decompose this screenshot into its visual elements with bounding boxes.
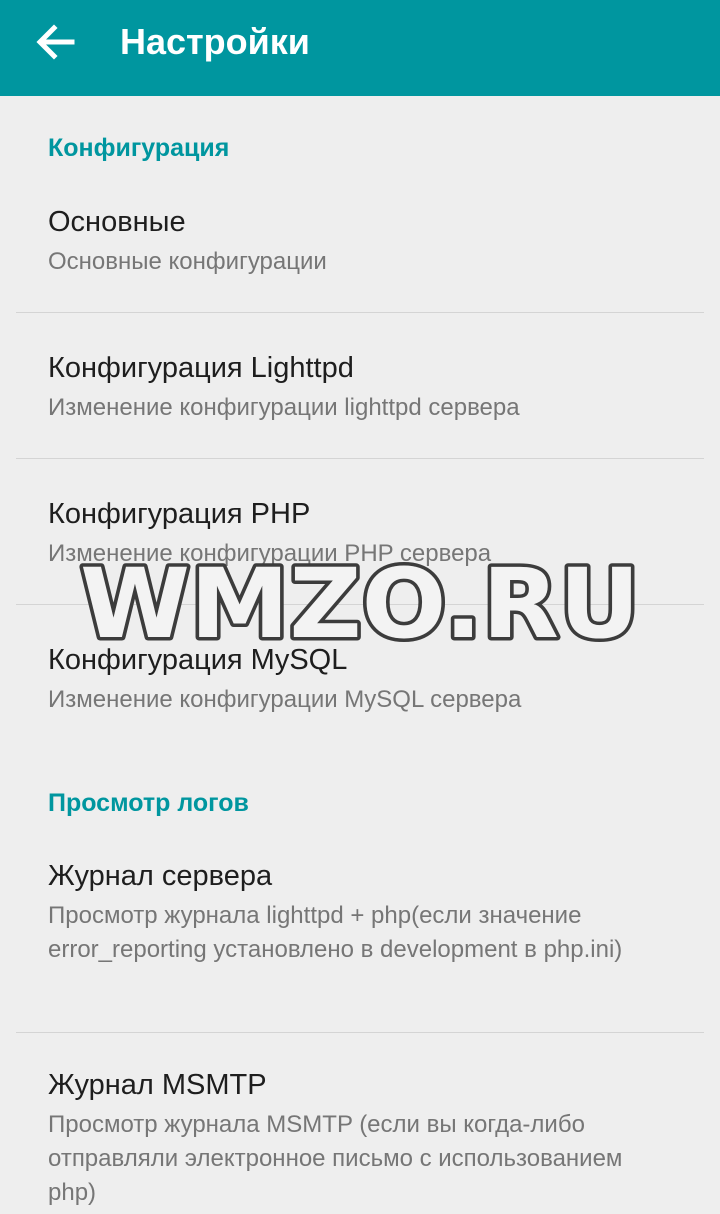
pref-item-lighttpd[interactable]: Конфигурация Lighttpd Изменение конфигур… [0,313,720,458]
arrow-left-icon [36,24,75,60]
pref-title: Конфигурация PHP [48,498,311,530]
pref-summary: Изменение конфигурации lighttpd сервера [48,394,520,421]
pref-item-php[interactable]: Конфигурация PHP Изменение конфигурации … [0,459,720,604]
pref-item-server-log[interactable]: Журнал сервера Просмотр журнала lighttpd… [0,840,720,1032]
section-header-logs: Просмотр логов [48,789,249,817]
pref-title: Конфигурация Lighttpd [48,352,354,384]
section-header-configuration: Конфигурация [48,134,230,162]
app-bar: Настройки [0,0,720,96]
settings-list[interactable]: Конфигурация Основные Основные конфигура… [0,96,720,1214]
pref-title: Основные [48,206,186,238]
pref-item-general[interactable]: Основные Основные конфигурации [0,186,720,312]
pref-summary: Основные конфигурации [48,248,327,275]
pref-title: Конфигурация MySQL [48,644,348,676]
back-button[interactable] [26,18,86,66]
pref-item-msmtp-log[interactable]: Журнал MSMTP Просмотр журнала MSMTP (есл… [0,1033,720,1214]
page-title: Настройки [120,21,310,62]
pref-summary: Просмотр журнала lighttpd + php(если зна… [48,902,623,963]
pref-summary: Просмотр журнала MSMTP (если вы когда-ли… [48,1111,623,1206]
pref-summary: Изменение конфигурации MySQL сервера [48,686,522,713]
pref-title: Журнал MSMTP [48,1069,267,1101]
pref-title: Журнал сервера [48,860,273,892]
pref-summary: Изменение конфигурации PHP сервера [48,540,492,567]
pref-item-mysql[interactable]: Конфигурация MySQL Изменение конфигураци… [0,605,720,750]
